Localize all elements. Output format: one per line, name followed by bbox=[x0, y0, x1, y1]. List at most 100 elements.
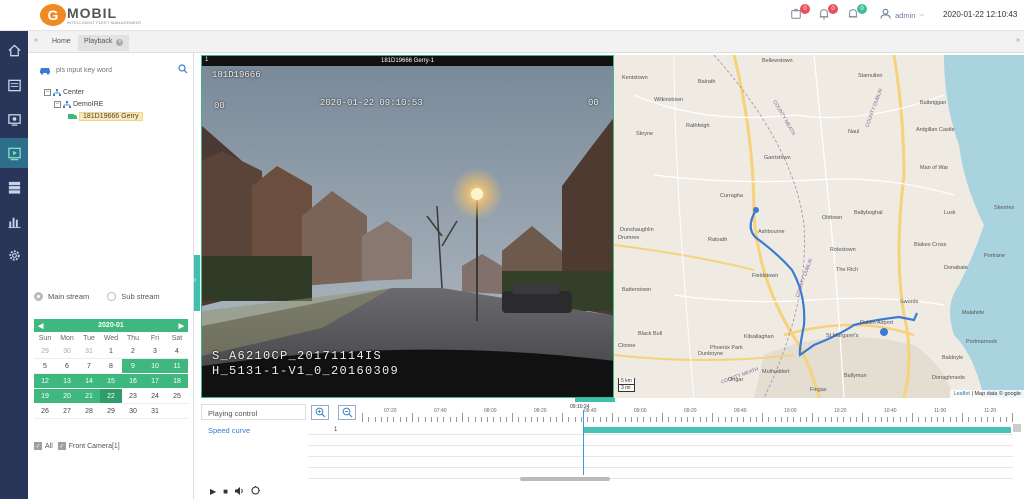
timeline-scrollbar[interactable] bbox=[520, 477, 610, 481]
calendar-day[interactable]: 19 bbox=[34, 389, 56, 404]
calendar-day[interactable]: 6 bbox=[56, 359, 78, 374]
close-tab-icon[interactable]: × bbox=[116, 39, 124, 46]
alarm-icon[interactable]: 0 bbox=[790, 4, 810, 22]
map-place-label: Donaghmede bbox=[932, 375, 966, 381]
zoom-out-button[interactable] bbox=[338, 405, 356, 420]
map-attribution: Leaflet | Map data © google bbox=[950, 390, 1024, 398]
timeline-lanes[interactable]: 1 bbox=[308, 424, 1013, 479]
calendar-day[interactable]: 5 bbox=[34, 359, 56, 374]
tab-home[interactable]: Home bbox=[46, 35, 77, 51]
zoom-in-button[interactable] bbox=[311, 405, 329, 420]
calendar-day[interactable]: 15 bbox=[100, 374, 122, 389]
search-input[interactable] bbox=[56, 63, 168, 77]
ruler-tick bbox=[668, 417, 670, 422]
collapse-icon[interactable]: − bbox=[44, 89, 51, 96]
prev-month-icon[interactable]: ◀ bbox=[38, 322, 43, 330]
volume-icon[interactable] bbox=[235, 486, 244, 497]
nav-playback[interactable] bbox=[0, 138, 28, 168]
calendar-day[interactable]: 22 bbox=[100, 389, 122, 404]
calendar-day[interactable]: 11 bbox=[166, 359, 188, 374]
ruler-tick bbox=[374, 417, 376, 422]
calendar-day[interactable]: 2 bbox=[122, 344, 144, 359]
collapse-icon[interactable]: − bbox=[54, 101, 61, 108]
calendar-day[interactable]: 29 bbox=[100, 404, 122, 419]
main-stream-radio[interactable] bbox=[34, 292, 43, 301]
tree-node-vehicle[interactable]: 181D19666 Gerry bbox=[68, 111, 143, 122]
calendar-day[interactable]: 30 bbox=[122, 404, 144, 419]
calendar-day[interactable]: 9 bbox=[122, 359, 144, 374]
calendar-day[interactable]: 31 bbox=[78, 344, 100, 359]
nav-server[interactable] bbox=[0, 172, 28, 202]
ruler-tick bbox=[605, 417, 607, 422]
calendar-day[interactable]: 3 bbox=[144, 344, 166, 359]
search-icon[interactable] bbox=[178, 64, 188, 76]
calendar-day[interactable]: 10 bbox=[144, 359, 166, 374]
calendar-day[interactable]: 13 bbox=[56, 374, 78, 389]
panel-collapse-handle[interactable]: ‹ bbox=[194, 255, 200, 311]
sub-stream-radio[interactable] bbox=[107, 292, 117, 301]
front-camera-checkbox[interactable]: ✓ bbox=[57, 442, 66, 450]
calendar-weekday: Sat bbox=[171, 334, 183, 342]
calendar-day[interactable]: 4 bbox=[166, 344, 188, 359]
ruler-tick bbox=[524, 417, 526, 422]
calendar-day[interactable]: 20 bbox=[56, 389, 78, 404]
calendar-day[interactable]: 14 bbox=[78, 374, 100, 389]
timeline-vscroll[interactable] bbox=[1013, 424, 1021, 432]
logo-mark: G bbox=[40, 4, 66, 26]
ruler-tick bbox=[512, 413, 513, 422]
calendar-day[interactable]: 24 bbox=[144, 389, 166, 404]
calendar-day[interactable]: 7 bbox=[78, 359, 100, 374]
lane-row bbox=[308, 435, 1013, 446]
notification-icon[interactable]: 0 bbox=[847, 4, 867, 22]
ruler-tick bbox=[480, 417, 482, 422]
tabs-back-icon[interactable]: « bbox=[34, 37, 38, 44]
calendar-day[interactable]: 25 bbox=[166, 389, 188, 404]
user-menu[interactable]: admin ⌵ bbox=[880, 8, 924, 22]
capture-icon[interactable] bbox=[251, 486, 260, 497]
all-checkbox[interactable]: ✓ bbox=[34, 442, 42, 450]
time-ruler[interactable]: 07:20 07:40 08:00 08:20 08:40 09:00 09:20 09:40… bbox=[362, 408, 1013, 422]
map-place-label: Rathfeigh bbox=[686, 123, 710, 129]
calendar-day[interactable]: 28 bbox=[78, 404, 100, 419]
video-player[interactable]: 1 181D19666 Gerry-1 181D19666 00 2020-01… bbox=[201, 55, 614, 398]
ruler-tick bbox=[505, 417, 507, 422]
time-cursor[interactable] bbox=[583, 410, 584, 475]
calendar-day[interactable]: 1 bbox=[100, 344, 122, 359]
calendar-day[interactable]: 26 bbox=[34, 404, 56, 419]
recording-bar[interactable] bbox=[583, 427, 1011, 433]
map-place-label: Dublin Airport bbox=[860, 320, 894, 326]
map-place-label: Fingas bbox=[810, 387, 827, 393]
map-place-label: Stamullen bbox=[858, 73, 883, 79]
tree-node-group[interactable]: − DemoIRE bbox=[54, 99, 103, 110]
leaflet-link[interactable]: Leaflet bbox=[953, 391, 970, 397]
next-month-icon[interactable]: ▶ bbox=[179, 322, 184, 330]
ruler-tick bbox=[843, 417, 845, 422]
tab-playback[interactable]: Playback × bbox=[78, 35, 130, 51]
speed-curve-label[interactable]: Speed curve bbox=[208, 426, 250, 435]
calendar-day[interactable]: 18 bbox=[166, 374, 188, 389]
calendar-day[interactable]: 27 bbox=[56, 404, 78, 419]
calendar-day[interactable]: 16 bbox=[122, 374, 144, 389]
nav-report[interactable] bbox=[0, 206, 28, 236]
play-icon[interactable]: ▶ bbox=[210, 487, 216, 496]
calendar-day[interactable]: 12 bbox=[34, 374, 56, 389]
map-canvas bbox=[614, 55, 1024, 398]
bell-icon[interactable]: 0 bbox=[818, 4, 838, 22]
tabs-forward-icon[interactable]: » bbox=[1016, 37, 1020, 44]
nav-monitor[interactable] bbox=[0, 70, 28, 100]
calendar-day[interactable]: 8 bbox=[100, 359, 122, 374]
nav-video[interactable] bbox=[0, 104, 28, 134]
ruler-tick bbox=[987, 417, 988, 422]
calendar-day[interactable]: 21 bbox=[78, 389, 100, 404]
stop-icon[interactable]: ■ bbox=[223, 487, 228, 496]
ruler-tick bbox=[937, 417, 938, 422]
calendar-day[interactable]: 23 bbox=[122, 389, 144, 404]
tree-node-center[interactable]: − Center bbox=[44, 87, 84, 98]
nav-home[interactable] bbox=[0, 35, 28, 65]
nav-settings[interactable] bbox=[0, 240, 28, 270]
calendar-day[interactable]: 30 bbox=[56, 344, 78, 359]
calendar-day[interactable]: 31 bbox=[144, 404, 166, 419]
calendar-day[interactable]: 17 bbox=[144, 374, 166, 389]
map-view[interactable]: Bellewstown Stamullen Kentstown Balrath Balb… bbox=[614, 55, 1024, 398]
calendar-day[interactable]: 29 bbox=[34, 344, 56, 359]
